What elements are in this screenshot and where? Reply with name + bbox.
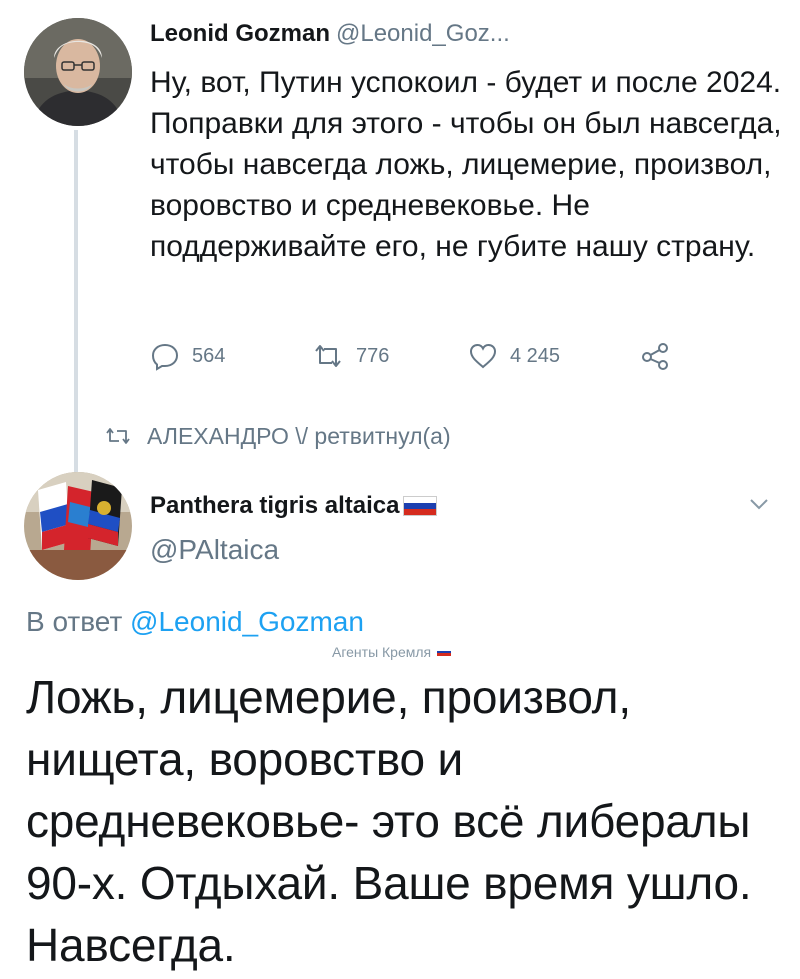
watermark: Агенты Кремля	[332, 644, 452, 660]
chevron-down-icon	[750, 499, 768, 510]
watermark-text: Агенты Кремля	[332, 644, 432, 660]
like-button[interactable]: 4 245	[468, 336, 560, 376]
share-icon	[642, 343, 668, 370]
retweet-icon	[106, 428, 130, 444]
avatar-leonid-gozman[interactable]	[24, 18, 132, 126]
like-count: 4 245	[510, 344, 561, 367]
tweet2-author-name-row[interactable]: Panthera tigris altaica	[150, 492, 438, 520]
reply-count: 564	[192, 344, 226, 367]
retweet-icon	[315, 345, 341, 367]
author-handle[interactable]: @Leonid_Goz...	[336, 20, 510, 47]
thread-connector-line	[74, 130, 78, 475]
heart-icon	[469, 343, 497, 369]
tweet1-text: Ну, вот, Путин успокоил - будет и после …	[150, 66, 782, 263]
reply-prefix: В ответ	[26, 606, 123, 637]
avatar-panthera[interactable]	[24, 472, 132, 580]
author-name: Panthera tigris altaica	[150, 492, 400, 519]
russian-flag-icon	[403, 496, 438, 516]
reply-icon	[151, 343, 179, 371]
author-name[interactable]: Leonid Gozman	[150, 20, 330, 47]
share-button[interactable]	[640, 336, 682, 376]
tweet2-text: Ложь, лицемерие, произвол, нищета, воров…	[26, 671, 752, 971]
retweet-notice[interactable]: АЛЕХАНДРО \/ ретвитнул(а)	[105, 418, 451, 454]
reply-context: В ответ @Leonid_Gozman	[26, 606, 364, 638]
tweet1-header: Leonid Gozman @Leonid_Goz...	[150, 20, 510, 48]
author-handle[interactable]: @PAltaica	[150, 534, 279, 566]
russian-flag-icon	[437, 648, 452, 656]
avatar-photo	[24, 18, 132, 126]
avatar-flags-image	[24, 472, 132, 580]
reply-mention-link[interactable]: @Leonid_Gozman	[130, 606, 364, 637]
reply-button[interactable]: 564	[150, 336, 225, 376]
retweet-notice-text: АЛЕХАНДРО \/ ретвитнул(а)	[147, 422, 451, 449]
retweet-count: 776	[356, 344, 390, 367]
retweet-button[interactable]: 776	[312, 336, 389, 376]
tweet-menu-button[interactable]	[748, 496, 770, 517]
